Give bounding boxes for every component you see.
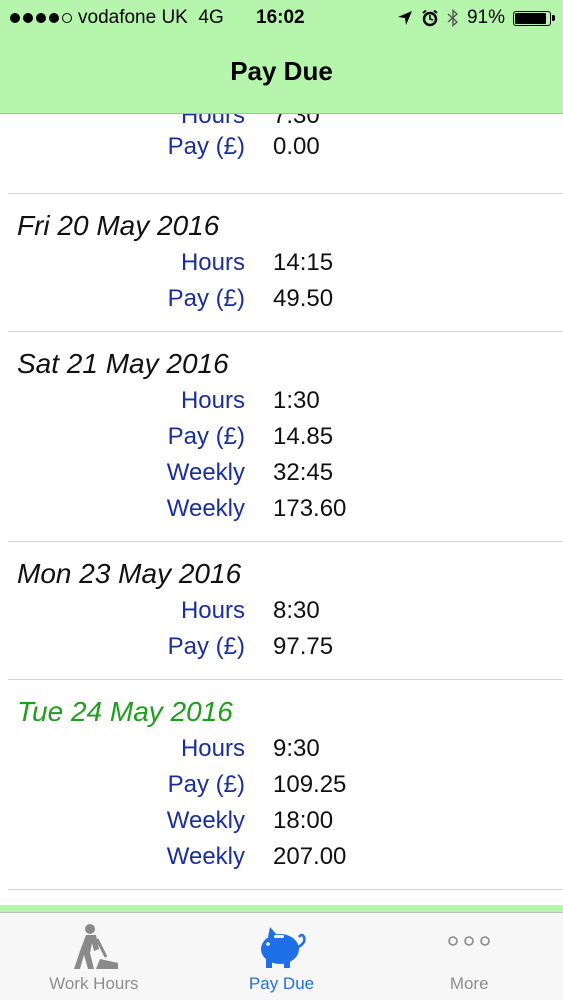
day-section[interactable]: Fri 20 May 2016 Hours 14:15 Pay (£) 49.5… <box>8 194 563 332</box>
tab-label: More <box>449 974 489 993</box>
pay-row: Hours 1:30 <box>8 383 563 419</box>
app-screen: Hours 7:30 Pay (£) 0.00 Fri 20 May 2016 … <box>0 0 563 1000</box>
carrier-label: vodafone UK 4G <box>78 7 224 29</box>
row-label: Pay (£) <box>167 633 245 660</box>
status-bar: vodafone UK 4G 16:02 91% <box>0 0 563 40</box>
pay-row: Hours 8:30 <box>8 593 563 629</box>
day-section-partial: Hours 7:30 Pay (£) 0.00 <box>8 102 563 194</box>
day-section[interactable]: Mon 23 May 2016 Hours 8:30 Pay (£) 97.75 <box>8 542 563 680</box>
bluetooth-icon <box>447 9 459 27</box>
weekly-hours-row: Weekly 18:00 <box>8 803 563 839</box>
day-section[interactable]: Sat 21 May 2016 Hours 1:30 Pay (£) 14.85… <box>8 332 563 542</box>
row-value: 14.85 <box>273 423 334 450</box>
network-type: 4G <box>198 7 224 28</box>
row-value: 207.00 <box>273 843 347 870</box>
alarm-clock-icon <box>422 9 438 27</box>
battery-icon <box>513 10 555 26</box>
day-section-today[interactable]: Tue 24 May 2016 Hours 9:30 Pay (£) 109.2… <box>8 680 563 890</box>
day-date: Sat 21 May 2016 <box>17 348 229 379</box>
row-label: Pay (£) <box>167 133 245 160</box>
status-indicators: 91% <box>397 7 555 29</box>
pay-row: Hours 14:15 <box>8 245 563 281</box>
more-dots-icon <box>448 936 490 946</box>
row-value: 173.60 <box>273 495 347 522</box>
weekly-pay-row: Weekly 207.00 <box>8 839 563 875</box>
row-value: 97.75 <box>273 633 334 660</box>
day-date-today: Tue 24 May 2016 <box>17 696 233 727</box>
tab-more[interactable]: More <box>375 913 563 1000</box>
tab-label: Work Hours <box>49 974 139 993</box>
piggy-bank-icon <box>260 927 306 968</box>
tab-bar: Work Hours Pay Due More <box>0 912 563 1000</box>
day-date: Mon 23 May 2016 <box>17 558 242 589</box>
pay-row: Pay (£) 49.50 <box>8 281 563 317</box>
row-label: Hours <box>180 735 245 762</box>
row-label: Weekly <box>166 495 245 522</box>
row-label: Hours <box>180 387 245 414</box>
status-time: 16:02 <box>256 7 305 28</box>
day-date: Fri 20 May 2016 <box>17 210 220 241</box>
weekly-hours-row: Weekly 32:45 <box>8 455 563 491</box>
worker-icon <box>73 924 118 969</box>
tab-pay-due[interactable]: Pay Due <box>188 913 376 1000</box>
row-label: Weekly <box>166 807 245 834</box>
pay-row: Pay (£) 0.00 <box>8 129 563 165</box>
pay-row: Hours 9:30 <box>8 731 563 767</box>
row-label: Hours <box>180 597 245 624</box>
row-label: Pay (£) <box>167 285 245 312</box>
header-bar: vodafone UK 4G 16:02 91% Pay Due <box>0 0 563 114</box>
weekly-pay-row: Weekly 173.60 <box>8 491 563 527</box>
pay-list[interactable]: Hours 7:30 Pay (£) 0.00 Fri 20 May 2016 … <box>0 102 563 890</box>
row-value: 8:30 <box>273 597 320 624</box>
row-label: Pay (£) <box>167 771 245 798</box>
page-title: Pay Due <box>230 56 333 86</box>
row-label: Hours <box>180 249 245 276</box>
pay-row: Pay (£) 97.75 <box>8 629 563 665</box>
row-value: 9:30 <box>273 735 320 762</box>
row-value: 1:30 <box>273 387 320 414</box>
row-value: 14:15 <box>273 249 334 276</box>
carrier-name: vodafone UK <box>78 7 188 28</box>
battery-percent: 91% <box>466 7 505 28</box>
row-label: Pay (£) <box>167 423 245 450</box>
row-label: Weekly <box>166 459 245 486</box>
pay-row: Pay (£) 14.85 <box>8 419 563 455</box>
location-arrow-icon <box>397 11 412 25</box>
tab-label: Pay Due <box>248 974 315 993</box>
row-value: 18:00 <box>273 807 334 834</box>
row-label: Weekly <box>166 843 245 870</box>
row-value: 109.25 <box>273 771 347 798</box>
row-value: 49.50 <box>273 285 334 312</box>
pay-row: Pay (£) 109.25 <box>8 767 563 803</box>
row-value: 32:45 <box>273 459 334 486</box>
tab-work-hours[interactable]: Work Hours <box>0 913 188 1000</box>
signal-strength-icon <box>10 13 72 23</box>
row-value: 0.00 <box>273 133 320 160</box>
